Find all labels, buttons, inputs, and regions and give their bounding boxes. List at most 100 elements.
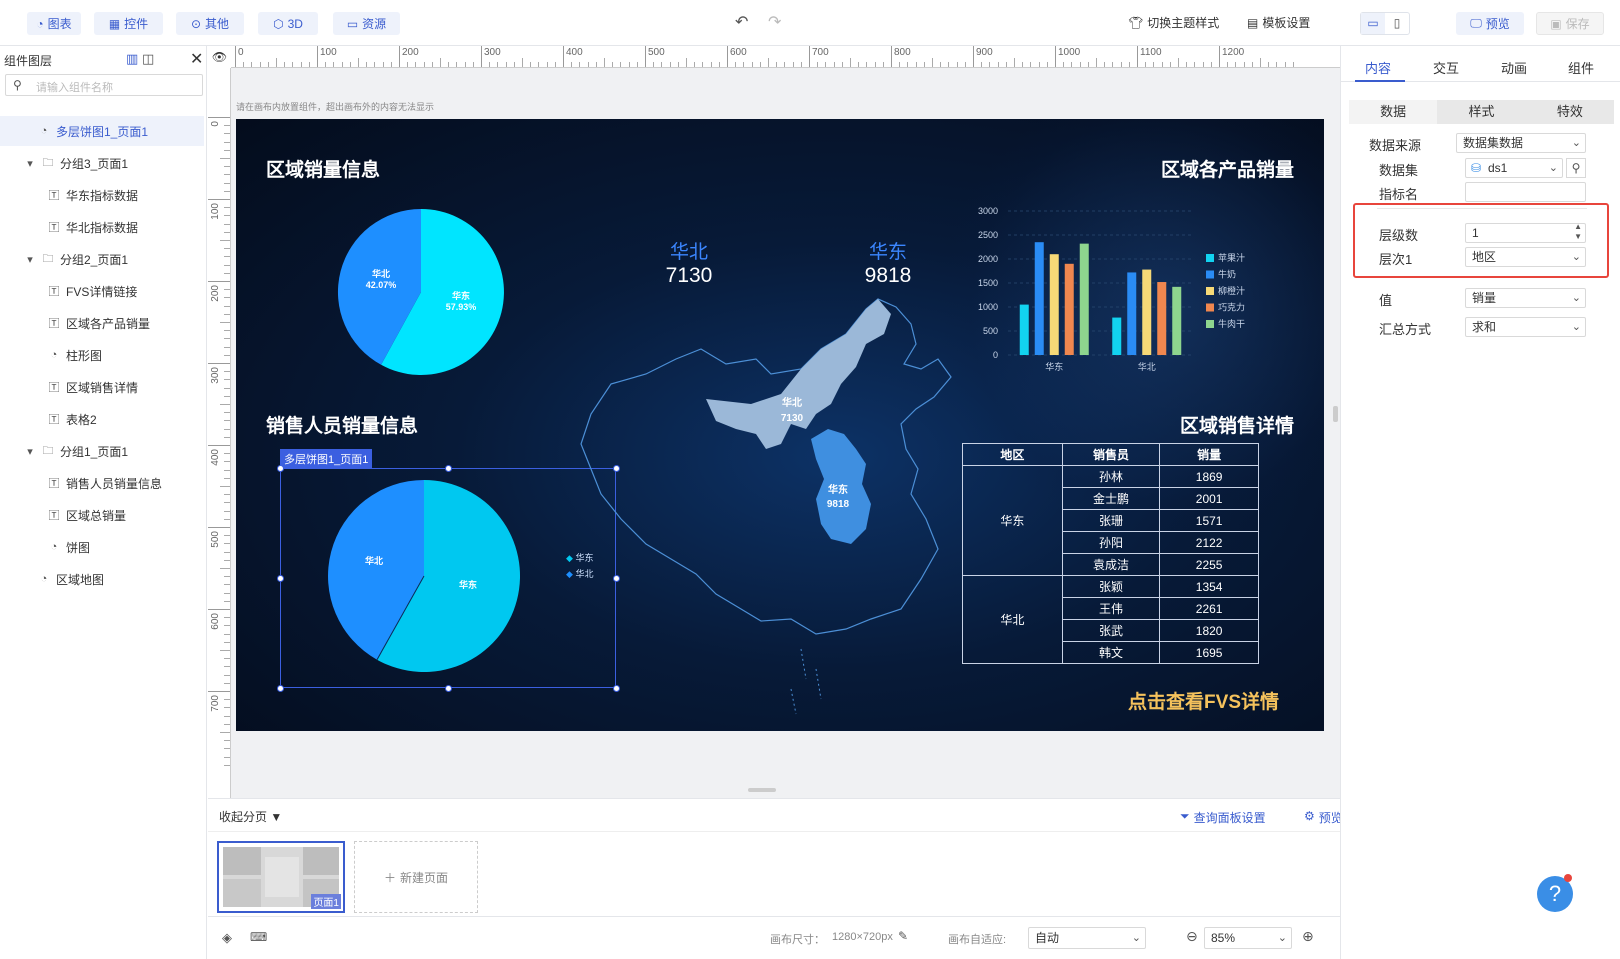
bar-华东-牛肉干[interactable]	[1079, 243, 1089, 355]
layer-group-item[interactable]: ▾ 🗀︎ 分组2_页面1	[0, 244, 204, 274]
preview-button[interactable]: 🖵︎ 预览	[1456, 12, 1524, 35]
table-cell-salesperson: 韩文	[1061, 641, 1161, 664]
fvs-detail-link[interactable]: 点击查看FVS详情	[1128, 687, 1279, 714]
bar-华东-苹果汁[interactable]	[1019, 304, 1029, 355]
switch-theme-button[interactable]: 👕︎ 切换主题样式	[1128, 14, 1219, 31]
layer-item[interactable]: 🅃︎ 表格2	[0, 404, 204, 434]
bar-华北-牛肉干[interactable]	[1172, 286, 1182, 355]
stepper-arrows-icon[interactable]: ▲ ▼	[1574, 222, 1582, 242]
zoom-out-icon[interactable]: ⊖	[1186, 928, 1198, 945]
other-menu-button[interactable]: ⊙ 其他	[176, 12, 244, 35]
keyboard-icon[interactable]: ⌨︎	[250, 930, 267, 944]
table-cell-salesperson: 金士鹏	[1061, 487, 1161, 510]
ruler-tick-label: 600	[210, 613, 221, 630]
layers-icon[interactable]: ◈	[222, 930, 232, 946]
table-cell-salesperson: 张颖	[1061, 575, 1161, 598]
redo-icon[interactable]: ↷	[768, 12, 781, 32]
chart-menu-button[interactable]: ◔ 图表	[27, 12, 81, 35]
save-button[interactable]: ▣ 保存	[1536, 12, 1604, 35]
layer-group-item[interactable]: ▾ 🗀︎ 分组3_页面1	[0, 148, 204, 178]
resize-handle[interactable]	[444, 464, 452, 472]
bar-华北-苹果汁[interactable]	[1112, 317, 1122, 355]
map-region-north[interactable]	[706, 299, 891, 449]
resize-handle[interactable]	[276, 464, 284, 472]
layer-search-input[interactable]: ⚲ 请输入组件名称	[5, 74, 203, 96]
status-bar: ◈ ⌨︎ 画布尺寸： 1280×720px ✎ 画布自适应: 自动 ⌄ ⊖ 85%…	[208, 916, 1340, 959]
datasource-select[interactable]: 数据集数据 ⌄	[1456, 133, 1586, 153]
pages-resize-handle[interactable]	[748, 788, 776, 792]
bar-华北-牛奶[interactable]	[1127, 272, 1137, 355]
3d-menu-button[interactable]: ⬡ 3D	[258, 12, 318, 35]
new-page-button[interactable]: ＋新建页面	[354, 841, 478, 913]
text-icon: 🅃︎	[48, 286, 60, 298]
caret-down-icon[interactable]: ▾	[24, 253, 36, 266]
ruler-major-tick	[208, 609, 230, 610]
legend-swatch[interactable]	[1206, 270, 1214, 279]
layer-item[interactable]: ◔ 多层饼图1_页面1	[0, 116, 204, 146]
zoom-select[interactable]: 85% ⌄	[1204, 927, 1292, 949]
layer-item[interactable]: ◔ 区域地图	[0, 564, 204, 594]
layer-item[interactable]: 🅃︎ FVS详情链接	[0, 276, 204, 306]
layer-item[interactable]: 🅃︎ 销售人员销量信息	[0, 468, 204, 498]
template-settings-button[interactable]: ▤ 模板设置	[1247, 14, 1310, 31]
collapse-pages-button[interactable]: 收起分页 ▼	[219, 808, 282, 825]
query-panel-settings-link[interactable]: ⏷ 查询面板设置	[1180, 809, 1266, 826]
resize-handle[interactable]	[444, 684, 452, 692]
canvas-fit-select[interactable]: 自动 ⌄	[1028, 927, 1146, 949]
caret-down-icon[interactable]: ▾	[24, 445, 36, 458]
legend-swatch[interactable]	[1206, 320, 1214, 328]
dataset-select[interactable]: ⛁ ds1 ⌄	[1465, 158, 1563, 178]
bar-华东-牛奶[interactable]	[1034, 242, 1044, 355]
resize-handle[interactable]	[612, 464, 620, 472]
legend-swatch[interactable]	[1206, 287, 1214, 295]
resize-handle[interactable]	[612, 574, 620, 582]
tablet-icon[interactable]: ▯	[1385, 13, 1409, 34]
undo-icon[interactable]: ↶	[735, 12, 748, 32]
resize-handle[interactable]	[612, 684, 620, 692]
page-thumbnail-1[interactable]: 页面1	[217, 841, 345, 913]
layer-item[interactable]: 🅃︎ 区域各产品销量	[0, 308, 204, 338]
widget-menu-button[interactable]: ▦ 控件	[94, 12, 163, 35]
bar-华北-巧克力[interactable]	[1157, 282, 1167, 355]
layer-item[interactable]: 🅃︎ 区域销售详情	[0, 372, 204, 402]
levels-stepper[interactable]: 1 ▲ ▼	[1465, 222, 1586, 243]
zoom-in-icon[interactable]: ⊕	[1302, 928, 1314, 945]
resize-handle[interactable]	[276, 684, 284, 692]
right-panel-resize-handle[interactable]	[1333, 406, 1338, 422]
resource-menu-button[interactable]: ▭ 资源	[333, 12, 400, 35]
aggregation-select[interactable]: 求和 ⌄	[1465, 317, 1586, 337]
metric-name-input[interactable]	[1465, 182, 1586, 202]
value-select[interactable]: 销量 ⌄	[1465, 288, 1586, 308]
close-icon[interactable]: ✕	[190, 49, 203, 69]
layer-item[interactable]: 🅃︎ 区域总销量	[0, 500, 204, 530]
legend-label: 牛奶	[1218, 269, 1236, 280]
caret-down-icon[interactable]: ▾	[24, 157, 36, 170]
layer-item[interactable]: ◔ 饼图	[0, 532, 204, 562]
desktop-icon[interactable]: ▭	[1361, 13, 1385, 34]
layer-group-item[interactable]: ▾ 🗀︎ 分组1_页面1	[0, 436, 204, 466]
level1-select[interactable]: 地区 ⌄	[1465, 247, 1586, 267]
subtab-effects[interactable]: 特效	[1526, 100, 1614, 124]
tab-interaction[interactable]: 交互	[1433, 58, 1459, 77]
bar-华东-柳橙汁[interactable]	[1049, 254, 1059, 355]
resize-handle[interactable]	[276, 574, 284, 582]
layer-item[interactable]: ◔ 柱形图	[0, 340, 204, 370]
subtab-data[interactable]: 数据	[1349, 100, 1438, 124]
layer-item[interactable]: 🅃︎ 华东指标数据	[0, 180, 204, 210]
legend-swatch[interactable]	[1206, 254, 1214, 262]
tab-component[interactable]: 组件	[1568, 58, 1594, 77]
layer-item[interactable]: 🅃︎ 华北指标数据	[0, 212, 204, 242]
dataset-search-icon[interactable]: ⚲	[1566, 158, 1586, 178]
product-sales-bar-chart: 3000 2500 2000 1500 1000 500 0 华东 华北 苹果汁牛奶柳橙汁巧克力牛…	[978, 206, 1245, 372]
eye-icon[interactable]: 👁︎	[208, 46, 231, 68]
subtab-style[interactable]: 样式	[1437, 100, 1525, 124]
tab-animation[interactable]: 动画	[1501, 58, 1527, 77]
bar-华北-柳橙汁[interactable]	[1142, 269, 1152, 355]
legend-swatch[interactable]	[1206, 303, 1214, 312]
tab-content[interactable]: 内容	[1365, 58, 1391, 77]
split-view-icon[interactable]: ◫	[142, 51, 154, 67]
bar-华东-巧克力[interactable]	[1064, 263, 1074, 355]
edit-icon[interactable]: ✎	[898, 929, 908, 943]
ruler-tick-label: 0	[210, 121, 221, 127]
layout-toggle-icon[interactable]: ▥	[126, 51, 138, 67]
